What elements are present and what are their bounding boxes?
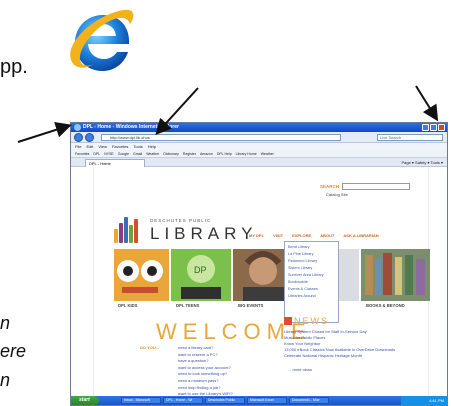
arrow-to-window-controls — [415, 85, 439, 122]
search-scope-options[interactable]: Catalog Site — [326, 192, 348, 197]
dropdown-item[interactable]: Sisters Library — [288, 265, 335, 272]
taskbar-item[interactable]: DPL - Home - Wi — [163, 397, 203, 404]
favorites-item[interactable]: Weather — [146, 150, 159, 157]
favorites-item[interactable]: Library Home — [236, 150, 257, 157]
question-link[interactable]: need help finding a job? — [178, 385, 233, 392]
favorites-item[interactable]: Amazon — [200, 150, 213, 157]
news-link[interactable]: Celebrate National Hispanic Heritage Mon… — [284, 353, 395, 359]
library-site: SEARCH Catalog Site DESCHUTES PUBLIC LIB… — [93, 167, 430, 398]
favorites-item[interactable]: Google — [118, 150, 129, 157]
nav-explore[interactable]: EXPLORE — [292, 233, 311, 238]
question-link[interactable]: want to access your account? — [178, 365, 233, 372]
document-text-fragment: n — [0, 370, 11, 390]
section-label[interactable]: BOOKS & BEYOND — [366, 303, 405, 308]
library-logo-subtitle: DESCHUTES PUBLIC — [150, 218, 212, 223]
favorites-item[interactable]: DPL — [93, 150, 100, 157]
site-nav: MY DPL VISIT EXPLORE ABOUT ASK A LIBRARI… — [249, 233, 379, 238]
forward-icon[interactable] — [85, 133, 94, 142]
section-photos: DP DPL KIDS DPL TEENS BIG EVENTS BOOKS &… — [114, 249, 430, 309]
nav-ask-librarian[interactable]: ASK A LIBRARIAN — [343, 233, 378, 238]
menu-bar: File Edit View Favorites Tools Help — [71, 143, 447, 150]
news-heading: NEWS — [294, 316, 329, 326]
taskbar-item[interactable]: Inbox - Microsoft — [121, 397, 161, 404]
question-link[interactable]: have a question? — [178, 358, 233, 365]
question-link[interactable]: need a museum pass? — [178, 378, 233, 385]
maximize-button[interactable] — [430, 124, 437, 131]
back-icon[interactable] — [74, 133, 83, 142]
close-button[interactable] — [438, 124, 445, 131]
favorites-item[interactable]: Gmail — [133, 150, 142, 157]
start-button[interactable]: start — [71, 396, 99, 405]
nav-visit[interactable]: VISIT — [273, 233, 283, 238]
favorites-item[interactable]: Dictionary — [163, 150, 179, 157]
nav-about[interactable]: ABOUT — [320, 233, 334, 238]
dropdown-item[interactable]: Redmond Library — [288, 258, 335, 265]
taskbar-item[interactable]: Deschutes Public — [205, 397, 245, 404]
internet-explorer-logo — [70, 9, 134, 71]
menu-view[interactable]: View — [98, 143, 107, 150]
do-you-label: DO YOU... — [140, 345, 160, 350]
search-input[interactable]: Live Search — [377, 134, 443, 141]
menu-tools[interactable]: Tools — [133, 143, 142, 150]
favorites-item[interactable]: Register — [183, 150, 196, 157]
library-logo-title: LIBRARY — [150, 224, 258, 243]
cartoon-faces-icon — [117, 260, 163, 293]
nav-my-dpl[interactable]: MY DPL — [249, 233, 264, 238]
favorites-item[interactable]: DPL Help — [217, 150, 232, 157]
menu-favorites[interactable]: Favorites — [112, 143, 128, 150]
favorites-item[interactable]: NYSE — [104, 150, 114, 157]
library-logo-bars — [114, 215, 144, 243]
favorites-bar: Favorites DPL NYSE Google Gmail Weather … — [71, 150, 447, 158]
dropdown-item[interactable]: La Pine Library — [288, 251, 335, 258]
svg-text:DP: DP — [194, 265, 207, 275]
window-title-bar: DPL - Home - Windows Internet Explorer — [71, 123, 447, 132]
dpl-kids-image[interactable] — [114, 249, 169, 301]
document-text-fragment: ere — [0, 341, 27, 361]
window-title: DPL - Home - Windows Internet Explorer — [83, 124, 179, 130]
news-list: Library System Closed for Staff In-Servi… — [284, 329, 395, 359]
arrow-to-title-bar — [17, 122, 72, 143]
document-text-fragment: pp. — [0, 56, 28, 78]
question-list: need a library card? want to reserve a P… — [178, 345, 233, 398]
address-toolbar: http://www.dpl.lib.ohus Live Search — [71, 132, 447, 143]
command-bar[interactable]: Page ▾ Safety ▾ Tools ▾ — [401, 159, 443, 166]
system-clock: 4:41 PM — [401, 396, 447, 405]
section-label[interactable]: DPL KIDS — [118, 303, 137, 308]
dropdown-item[interactable]: Sunriver Area Library — [288, 272, 335, 279]
document-text-fragment: n — [0, 313, 11, 333]
teen-mascot-icon: DP — [181, 255, 221, 299]
dropdown-item[interactable]: Bookmobile — [288, 279, 335, 286]
visit-dropdown-menu: Bend Library La Pine Library Redmond Lib… — [284, 241, 339, 323]
section-label[interactable]: DPL TEENS — [176, 303, 199, 308]
bookshelf-icon — [365, 253, 425, 295]
minimize-button[interactable] — [422, 124, 429, 131]
menu-file[interactable]: File — [75, 143, 81, 150]
question-link[interactable]: need to look something up? — [178, 371, 233, 378]
menu-help[interactable]: Help — [148, 143, 156, 150]
favorites-item[interactable]: Weather — [261, 150, 274, 157]
dropdown-item[interactable]: Events & Classes — [288, 286, 335, 293]
more-news-link[interactable]: ... more news — [288, 367, 312, 372]
dpl-teens-image[interactable]: DP — [171, 249, 231, 301]
dropdown-item[interactable]: Bend Library — [288, 244, 335, 251]
windows-taskbar: start Inbox - Microsoft DPL - Home - Wi … — [71, 396, 447, 405]
taskbar-item[interactable]: Microsoft Excel — [247, 397, 287, 404]
tab-bar: DPL - Home Page ▾ Safety ▾ Tools ▾ — [71, 158, 447, 167]
books-beyond-photo[interactable] — [361, 249, 430, 301]
address-bar[interactable]: http://www.dpl.lib.ohus — [101, 134, 341, 141]
menu-edit[interactable]: Edit — [86, 143, 93, 150]
site-search-input[interactable] — [342, 183, 410, 190]
web-page: SEARCH Catalog Site DESCHUTES PUBLIC LIB… — [71, 167, 447, 398]
site-search-label: SEARCH — [320, 184, 340, 189]
section-label[interactable]: BIG EVENTS — [238, 303, 263, 308]
question-link[interactable]: need a library card? — [178, 345, 233, 352]
browser-screenshot: DPL - Home - Windows Internet Explorer h… — [70, 122, 448, 406]
question-link[interactable]: want to reserve a PC? — [178, 352, 233, 359]
ie-icon — [74, 124, 81, 131]
dropdown-item[interactable]: Libraries Around — [288, 293, 335, 300]
tab-dpl-home[interactable]: DPL - Home — [85, 159, 145, 167]
favorites-item[interactable]: Favorites — [75, 150, 89, 157]
taskbar-item[interactable]: Document1 - Micr — [289, 397, 329, 404]
news-icon — [284, 317, 292, 325]
